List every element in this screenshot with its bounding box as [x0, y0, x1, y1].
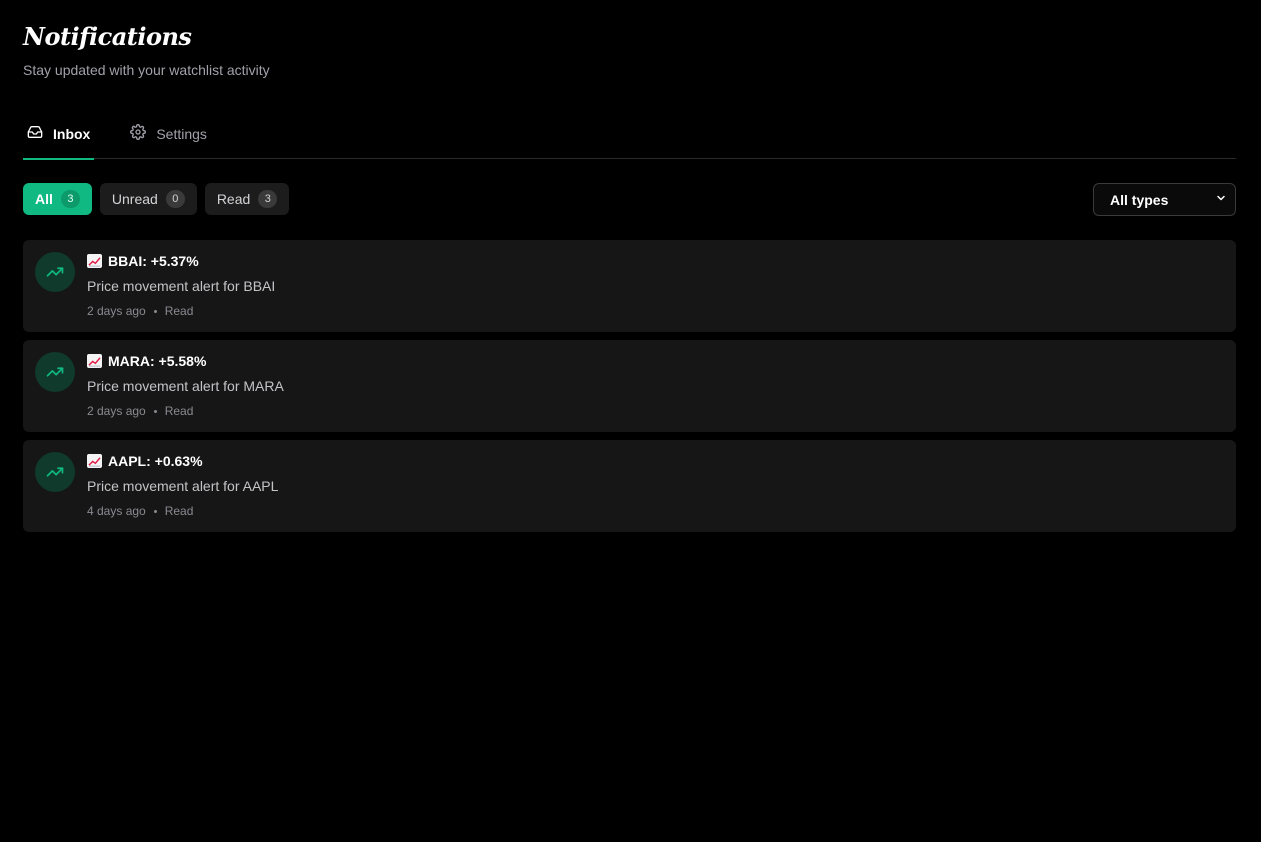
- notification-description: Price movement alert for MARA: [87, 378, 284, 394]
- tab-bar: Inbox Settings: [23, 108, 1236, 160]
- notification-time: 4 days ago: [87, 504, 146, 518]
- trending-up-icon: [35, 452, 75, 492]
- chart-increasing-icon: [87, 354, 102, 368]
- tab-settings-label: Settings: [156, 125, 207, 142]
- filter-unread-button[interactable]: Unread 0: [99, 183, 197, 215]
- notification-description: Price movement alert for BBAI: [87, 278, 276, 294]
- notification-time: 2 days ago: [87, 404, 146, 418]
- filter-label: Unread: [111, 191, 158, 207]
- tab-inbox[interactable]: Inbox: [23, 108, 95, 160]
- notification-status: Read: [164, 404, 194, 418]
- status-filters: All 3 Unread 0 Read 3: [23, 183, 290, 215]
- notification-list: BBAI: +5.37% Price movement alert for BB…: [23, 240, 1236, 532]
- notification-title: MARA: +5.58%: [108, 353, 207, 369]
- notification-title-row: BBAI: +5.37%: [87, 253, 199, 269]
- type-filter-select[interactable]: All types: [1093, 183, 1236, 216]
- tab-settings[interactable]: Settings: [126, 108, 211, 159]
- tab-inbox-label: Inbox: [53, 125, 91, 142]
- notification-item[interactable]: MARA: +5.58% Price movement alert for MA…: [23, 340, 1236, 432]
- chart-increasing-icon: [87, 454, 102, 468]
- separator-dot: [153, 509, 157, 513]
- page-title: Notifications: [23, 22, 192, 51]
- trending-up-icon: [35, 252, 75, 292]
- filter-count-badge: 0: [165, 190, 185, 208]
- trending-up-icon: [35, 352, 75, 392]
- page-subtitle: Stay updated with your watchlist activit…: [23, 62, 270, 78]
- notification-status: Read: [164, 504, 194, 518]
- notification-meta: 4 days ago Read: [87, 504, 193, 518]
- chevron-down-icon: [1215, 192, 1227, 207]
- filter-all-button[interactable]: All 3: [23, 183, 92, 215]
- filter-count-badge: 3: [258, 190, 278, 208]
- type-filter-value: All types: [1110, 191, 1169, 208]
- notification-time: 2 days ago: [87, 304, 146, 318]
- notification-description: Price movement alert for AAPL: [87, 478, 279, 494]
- notification-title-row: AAPL: +0.63%: [87, 453, 203, 469]
- notification-item[interactable]: BBAI: +5.37% Price movement alert for BB…: [23, 240, 1236, 332]
- filter-label: Read: [216, 191, 251, 207]
- filter-read-button[interactable]: Read 3: [204, 183, 290, 215]
- notification-title: BBAI: +5.37%: [108, 253, 199, 269]
- chart-increasing-icon: [87, 254, 102, 268]
- notification-meta: 2 days ago Read: [87, 304, 193, 318]
- notification-meta: 2 days ago Read: [87, 404, 193, 418]
- filter-label: All: [35, 191, 53, 207]
- filter-count-badge: 3: [60, 190, 80, 208]
- inbox-icon: [27, 124, 43, 140]
- separator-dot: [153, 409, 157, 413]
- notification-title-row: MARA: +5.58%: [87, 353, 206, 369]
- notification-title: AAPL: +0.63%: [108, 453, 203, 469]
- notification-item[interactable]: AAPL: +0.63% Price movement alert for AA…: [23, 440, 1236, 532]
- gear-icon: [130, 123, 147, 140]
- notification-status: Read: [164, 304, 194, 318]
- notifications-page: Notifications Stay updated with your wat…: [0, 0, 1261, 842]
- separator-dot: [153, 309, 157, 313]
